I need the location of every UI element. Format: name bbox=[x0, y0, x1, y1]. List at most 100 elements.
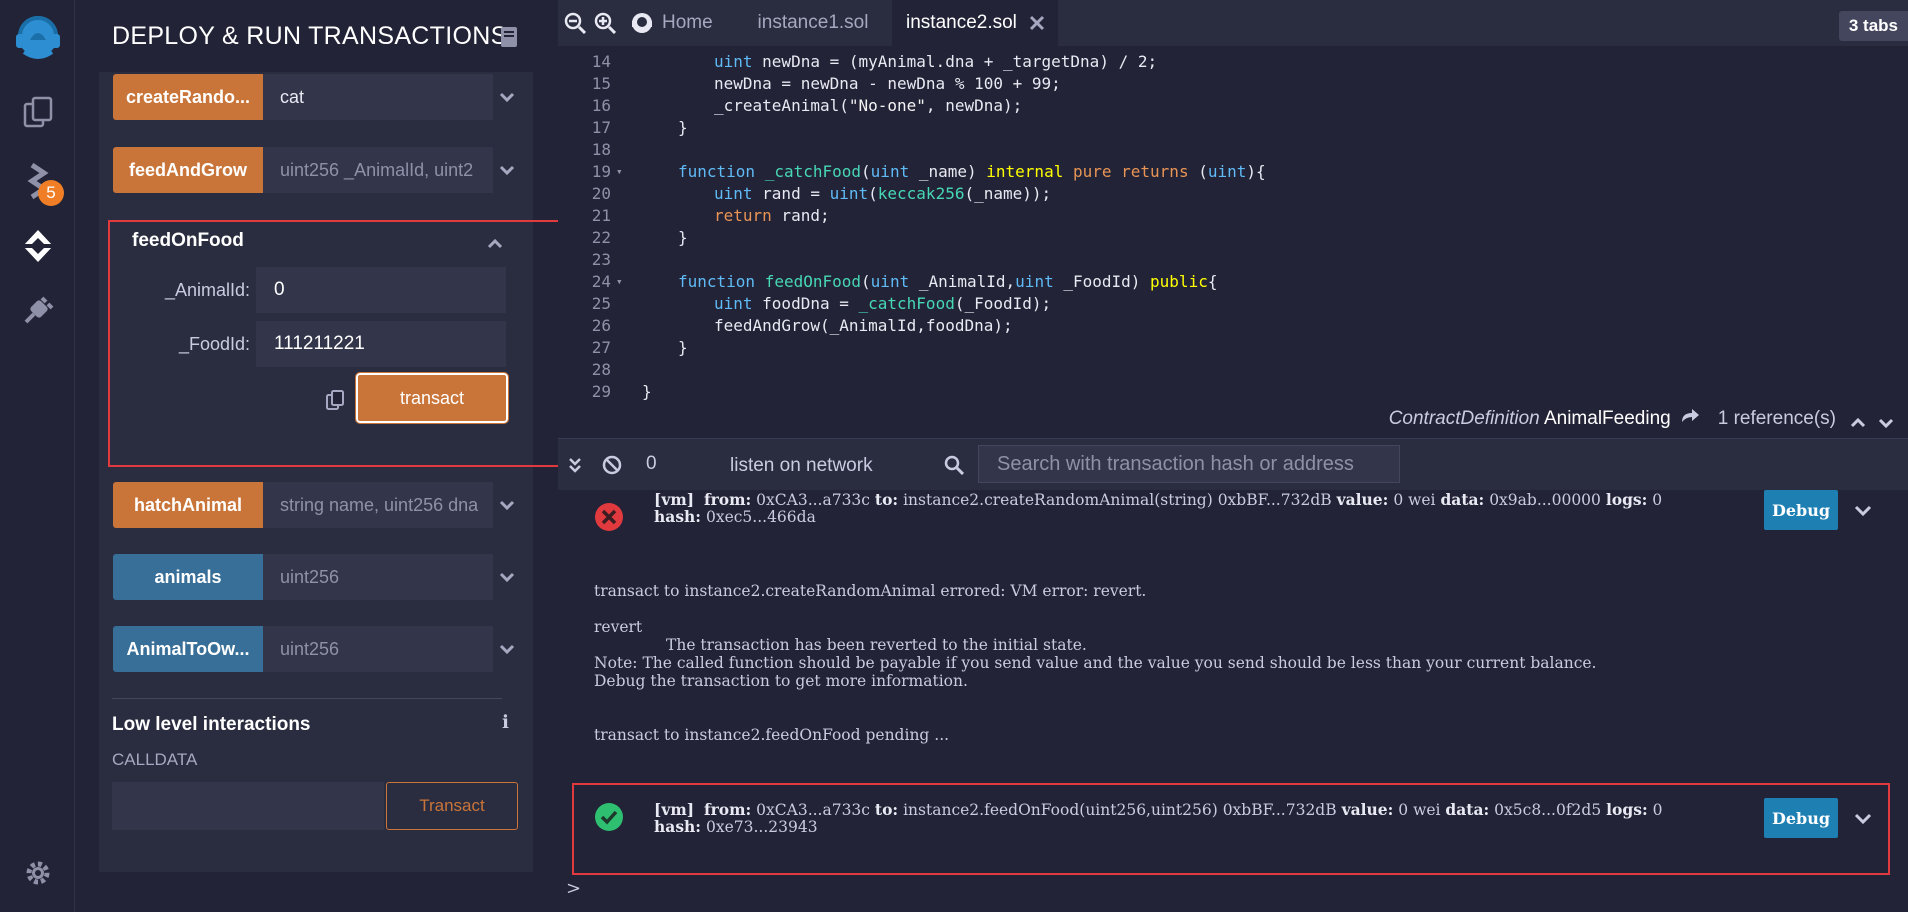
code-line[interactable]: 27} bbox=[558, 338, 1908, 360]
calldata-label: CALLDATA bbox=[112, 750, 198, 769]
line-number: 24 bbox=[591, 272, 611, 291]
close-icon[interactable] bbox=[1029, 15, 1045, 31]
code-line[interactable]: 18 bbox=[558, 140, 1908, 162]
code-line[interactable]: 23 bbox=[558, 250, 1908, 272]
collapse-terminal-icon[interactable] bbox=[568, 457, 582, 478]
pending-count: 0 bbox=[646, 453, 657, 474]
function-row-feedAndGrow: feedAndGrow uint256 _AnimalId, uint2 bbox=[113, 147, 521, 193]
code-line[interactable]: 15 newDna = newDna - newDna % 100 + 99; bbox=[558, 74, 1908, 96]
code-line[interactable]: 22} bbox=[558, 228, 1908, 250]
calldata-input[interactable] bbox=[112, 782, 384, 830]
createRandomAnimal-input[interactable]: cat bbox=[263, 74, 493, 120]
code-text: return rand; bbox=[714, 206, 830, 225]
chevron-down-icon[interactable] bbox=[493, 147, 521, 193]
goto-icon[interactable] bbox=[1680, 408, 1700, 430]
tab-instance2[interactable]: instance2.sol bbox=[892, 0, 1058, 46]
line-number: 17 bbox=[591, 118, 611, 137]
chevron-down-icon[interactable] bbox=[493, 554, 521, 600]
hatchAnimal-button[interactable]: hatchAnimal bbox=[113, 482, 263, 528]
line-number: 15 bbox=[591, 74, 611, 93]
AnimalToOwner-button[interactable]: AnimalToOw... bbox=[113, 626, 263, 672]
fold-toggle-icon[interactable]: ▾ bbox=[616, 165, 623, 178]
animals-button[interactable]: animals bbox=[113, 554, 263, 600]
contract-name: AnimalFeeding bbox=[1543, 408, 1671, 430]
listen-label: listen on network bbox=[730, 455, 873, 476]
chevron-down-icon[interactable] bbox=[493, 74, 521, 120]
docs-icon[interactable] bbox=[500, 26, 518, 53]
deploy-icon[interactable] bbox=[0, 224, 75, 268]
code-text: } bbox=[678, 118, 688, 137]
clear-console-icon[interactable] bbox=[602, 455, 622, 480]
code-editor[interactable]: 14 uint newDna = (myAnimal.dna + _targetD… bbox=[558, 46, 1908, 438]
icon-rail: 5 bbox=[0, 0, 75, 912]
code-line[interactable]: 25 uint foodDna = _catchFood(_FoodId); bbox=[558, 294, 1908, 316]
line-number: 25 bbox=[591, 294, 611, 313]
error-icon bbox=[594, 502, 624, 537]
chevron-down-icon[interactable] bbox=[1854, 504, 1872, 522]
code-line[interactable]: 16 _createAnimal("No-one", newDna); bbox=[558, 96, 1908, 118]
low-level-transact-button[interactable]: Transact bbox=[386, 782, 518, 830]
code-text: uint foodDna = _catchFood(_FoodId); bbox=[714, 294, 1052, 313]
createRandomAnimal-button[interactable]: createRando... bbox=[113, 74, 263, 120]
code-text: _createAnimal("No-one", newDna); bbox=[714, 96, 1023, 115]
code-text: uint newDna = (myAnimal.dna + _targetDna… bbox=[714, 52, 1158, 71]
info-icon[interactable]: ℹ bbox=[502, 712, 509, 733]
zoom-in-icon[interactable] bbox=[594, 12, 617, 39]
foodid-input[interactable]: 111211221 bbox=[256, 321, 506, 367]
code-line[interactable]: 21 return rand; bbox=[558, 206, 1908, 228]
code-line[interactable]: 19 ▾ function _catchFood(uint _name) inter… bbox=[558, 162, 1908, 184]
pending-message: transact to instance2.feedOnFood pending… bbox=[594, 726, 950, 744]
tab-instance1[interactable]: instance1.sol bbox=[748, 0, 878, 46]
search-input[interactable]: Search with transaction hash or address bbox=[978, 445, 1400, 483]
files-icon[interactable] bbox=[0, 92, 75, 132]
function-row-hatchAnimal: hatchAnimal string name, uint256 dna bbox=[113, 482, 521, 528]
animalid-input[interactable]: 0 bbox=[256, 267, 506, 313]
tabs-count[interactable]: 3 tabs bbox=[1838, 11, 1908, 41]
code-text: } bbox=[678, 338, 688, 357]
chevron-down-icon[interactable] bbox=[493, 626, 521, 672]
line-number: 27 bbox=[591, 338, 611, 357]
hatchAnimal-input[interactable]: string name, uint256 dna bbox=[263, 482, 493, 528]
AnimalToOwner-input[interactable]: uint256 bbox=[263, 626, 493, 672]
line-number: 19 bbox=[591, 162, 611, 181]
divider bbox=[112, 698, 502, 699]
plugin-icon[interactable] bbox=[0, 290, 75, 330]
code-text: feedAndGrow(_AnimalId,foodDna); bbox=[714, 316, 1013, 335]
panel-title: DEPLOY & RUN TRANSACTIONS bbox=[112, 22, 508, 50]
transact-button[interactable]: transact bbox=[355, 372, 509, 424]
chevron-down-icon[interactable] bbox=[1878, 412, 1894, 434]
code-line[interactable]: 20 uint rand = uint(keccak256(_name)); bbox=[558, 184, 1908, 206]
tab-home[interactable]: Home bbox=[630, 0, 713, 46]
feedAndGrow-input[interactable]: uint256 _AnimalId, uint2 bbox=[263, 147, 493, 193]
console-prompt[interactable]: > bbox=[566, 878, 581, 899]
tab-bar: Home instance1.sol instance2.sol 3 tabs bbox=[558, 0, 1908, 46]
copy-icon[interactable] bbox=[326, 390, 344, 415]
animals-input[interactable]: uint256 bbox=[263, 554, 493, 600]
references-count: 1 reference(s) bbox=[1717, 408, 1836, 429]
chevron-up-icon[interactable] bbox=[487, 236, 503, 254]
reference-bar: ContractDefinition AnimalFeeding 1 refer… bbox=[558, 400, 1908, 438]
chevron-down-icon[interactable] bbox=[493, 482, 521, 528]
zoom-out-icon[interactable] bbox=[564, 12, 587, 39]
tx1-line2: hash: 0xec5...466da bbox=[654, 507, 816, 526]
code-line[interactable]: 17} bbox=[558, 118, 1908, 140]
animalid-label: _AnimalId: bbox=[164, 280, 250, 300]
line-number: 16 bbox=[591, 96, 611, 115]
code-line[interactable]: 14 uint newDna = (myAnimal.dna + _targetD… bbox=[558, 52, 1908, 74]
line-number: 26 bbox=[591, 316, 611, 335]
code-line[interactable]: 26 feedAndGrow(_AnimalId,foodDna); bbox=[558, 316, 1908, 338]
feedAndGrow-button[interactable]: feedAndGrow bbox=[113, 147, 263, 193]
fold-toggle-icon[interactable]: ▾ bbox=[616, 275, 623, 288]
function-row-createRandomAnimal: createRando... cat bbox=[113, 74, 521, 120]
tx1-debug-button[interactable]: Debug bbox=[1764, 490, 1838, 530]
code-line[interactable]: 28 bbox=[558, 360, 1908, 382]
code-line[interactable]: 24 ▾ function feedOnFood(uint _AnimalId,ui… bbox=[558, 272, 1908, 294]
payable-note: Note: The called function should be paya… bbox=[594, 654, 1597, 672]
compiler-icon[interactable]: 5 bbox=[0, 160, 75, 206]
function-row-AnimalToOwner: AnimalToOw... uint256 bbox=[113, 626, 521, 672]
code-text: newDna = newDna - newDna % 100 + 99; bbox=[714, 74, 1061, 93]
chevron-up-icon[interactable] bbox=[1850, 412, 1866, 434]
low-level-title: Low level interactions bbox=[112, 714, 311, 735]
settings-icon[interactable] bbox=[0, 858, 75, 888]
remix-logo-icon[interactable] bbox=[0, 10, 75, 66]
